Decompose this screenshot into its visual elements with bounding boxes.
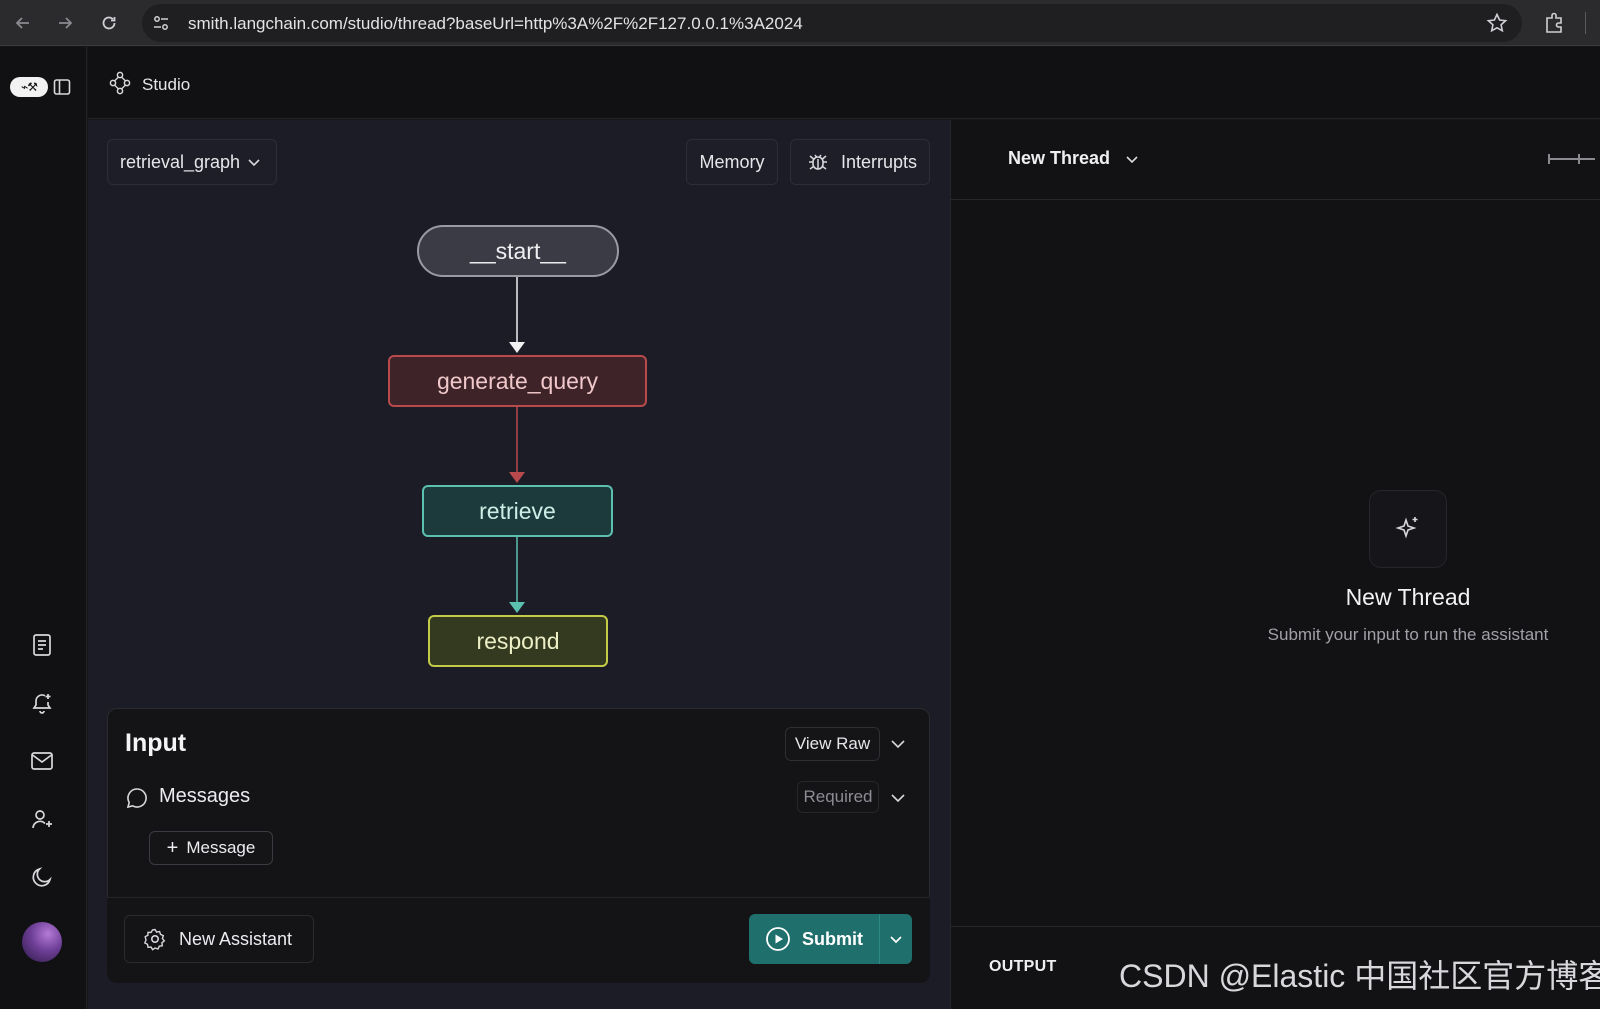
node-respond[interactable]: respond [428, 615, 608, 667]
chevron-down-icon [1126, 155, 1138, 163]
site-settings-icon[interactable] [150, 12, 172, 34]
sidebar-toggle-icon[interactable] [53, 78, 71, 96]
thread-pane: New Thread New Thread Submit your input … [950, 120, 1600, 1009]
messages-label: Messages [159, 785, 251, 807]
gear-icon [143, 928, 166, 951]
address-bar[interactable]: smith.langchain.com/studio/thread?baseUr… [142, 4, 1522, 42]
breadcrumb-studio[interactable]: Studio [142, 75, 190, 95]
thread-selector-label: New Thread [1008, 148, 1111, 168]
empty-state-subtitle: Submit your input to run the assistant [1267, 625, 1549, 644]
url-text[interactable]: smith.langchain.com/studio/thread?baseUr… [188, 14, 803, 34]
chat-bubble-icon [126, 788, 147, 809]
node-generate-query[interactable]: generate_query [388, 355, 647, 407]
node-retrieve[interactable]: retrieve [422, 485, 613, 537]
output-section: OUTPUT CSDN @Elastic 中国社区官方博客 [951, 926, 1600, 1009]
forward-icon[interactable] [52, 10, 78, 36]
toolbar-divider [1585, 12, 1586, 34]
add-user-icon[interactable] [28, 805, 56, 833]
watermark: CSDN @Elastic 中国社区官方博客 [1119, 958, 1600, 994]
submit-options-chevron-icon[interactable] [879, 914, 912, 964]
add-message-label: Message [186, 838, 256, 857]
graph-pane: retrieval_graph Memory Interrupts __star… [88, 120, 950, 1009]
thread-header: New Thread [951, 120, 1600, 200]
add-message-button[interactable]: + Message [149, 831, 273, 865]
notifications-icon[interactable] [28, 689, 56, 717]
new-assistant-label: New Assistant [179, 928, 293, 949]
moon-icon[interactable] [28, 863, 56, 891]
edge-retrieve-respond-arrow [509, 602, 525, 613]
play-circle-icon [766, 927, 790, 951]
studio-graph-icon [109, 71, 131, 95]
app-header: Studio [88, 47, 1600, 119]
thread-selector[interactable]: New Thread [1008, 148, 1140, 169]
view-raw-button[interactable]: View Raw [785, 727, 880, 761]
submit-button-group: Submit [749, 914, 912, 964]
star-icon[interactable] [1486, 12, 1508, 34]
edge-generate-retrieve-arrow [509, 472, 525, 483]
messages-chevron-icon[interactable] [889, 789, 907, 807]
submit-label: Submit [802, 928, 863, 949]
mail-icon[interactable] [28, 747, 56, 775]
left-nav-rail: ⌁⚒ [0, 47, 87, 1009]
required-badge: Required [797, 781, 879, 813]
collapse-input-chevron-icon[interactable] [889, 735, 907, 753]
input-title: Input [125, 729, 187, 757]
node-start[interactable]: __start__ [417, 225, 619, 277]
reload-icon[interactable] [96, 10, 122, 36]
langsmith-logo[interactable]: ⌁⚒ [10, 77, 48, 97]
action-bar: New Assistant Submit [107, 897, 930, 983]
plus-icon: + [166, 836, 179, 859]
back-icon[interactable] [10, 10, 36, 36]
empty-state-title: New Thread [1345, 584, 1471, 610]
sparkle-icon [1369, 490, 1447, 568]
output-tab[interactable]: OUTPUT [989, 958, 1057, 976]
docs-icon[interactable] [28, 631, 56, 659]
edge-start-generate-arrow [509, 342, 525, 353]
new-assistant-button[interactable]: New Assistant [124, 915, 314, 963]
browser-toolbar: smith.langchain.com/studio/thread?baseUr… [0, 0, 1600, 46]
pane-resize-icon[interactable] [1547, 151, 1597, 167]
avatar[interactable] [22, 922, 62, 962]
submit-button[interactable]: Submit [749, 914, 879, 964]
extensions-icon[interactable] [1541, 10, 1567, 36]
